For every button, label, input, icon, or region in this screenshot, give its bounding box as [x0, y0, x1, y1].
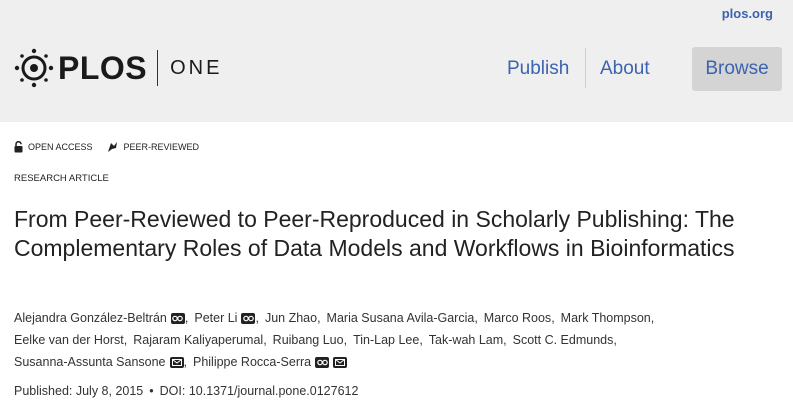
author-list: Alejandra González-Beltrán, Peter Li, Jun …: [14, 307, 784, 373]
author-separator: ,: [263, 333, 267, 347]
orcid-icon[interactable]: [315, 356, 330, 368]
author[interactable]: Jun Zhao: [265, 307, 317, 329]
author[interactable]: Peter Li: [194, 307, 256, 329]
author-name[interactable]: Ruibang Luo: [273, 329, 344, 351]
logo-plos-text: PLOS: [58, 50, 148, 86]
open-lock-icon: [14, 141, 23, 153]
author[interactable]: Eelke van der Horst: [14, 329, 124, 351]
author-name[interactable]: Philippe Rocca-Serra: [193, 351, 311, 373]
author[interactable]: Scott C. Edmunds: [513, 329, 614, 351]
author-line-1: Alejandra González-Beltrán, Peter Li, Jun …: [14, 307, 784, 329]
plos-org-link[interactable]: plos.org: [722, 6, 773, 21]
author-name[interactable]: Rajaram Kaliyaperumal: [133, 329, 263, 351]
author-separator: ,: [123, 333, 128, 347]
author[interactable]: Philippe Rocca-Serra: [193, 351, 348, 373]
author-separator: ,: [503, 333, 507, 347]
peer-reviewed-badge[interactable]: PEER-REVIEWED: [107, 141, 200, 153]
publication-info: Published: July 8, 2015 • DOI: 10.1371/jou…: [14, 384, 358, 398]
author-line-3: Susanna-Assunta Sansone, Philippe Rocca-S…: [14, 351, 784, 373]
author[interactable]: Tak-wah Lam: [429, 329, 503, 351]
author-name[interactable]: Peter Li: [194, 307, 237, 329]
orcid-icon[interactable]: [170, 312, 185, 324]
author[interactable]: Mark Thompson: [561, 307, 651, 329]
doi[interactable]: DOI: 10.1371/journal.pone.0127612: [160, 384, 359, 398]
nav-publish[interactable]: Publish: [507, 47, 569, 91]
author-name[interactable]: Susanna-Assunta Sansone: [14, 351, 166, 373]
author-separator: ,: [317, 311, 321, 325]
author-separator: ,: [551, 311, 555, 325]
author[interactable]: Alejandra González-Beltrán: [14, 307, 185, 329]
author-name[interactable]: Mark Thompson: [561, 307, 651, 329]
author-line-2: Eelke van der Horst, Rajaram Kaliyaperuma…: [14, 329, 784, 351]
author[interactable]: Tin-Lap Lee: [353, 329, 419, 351]
author-separator: ,: [474, 311, 478, 325]
author-separator: ,: [255, 311, 259, 325]
author-name[interactable]: Maria Susana Avila-Garcia: [327, 307, 475, 329]
author-separator: ,: [184, 311, 189, 325]
peer-reviewed-icon: [107, 142, 117, 152]
author-name[interactable]: Tin-Lap Lee: [353, 329, 419, 351]
author[interactable]: Ruibang Luo: [273, 329, 344, 351]
mail-icon[interactable]: [333, 356, 348, 368]
nav-divider: [585, 48, 586, 88]
nav-browse[interactable]: Browse: [692, 47, 782, 91]
open-access-label: OPEN ACCESS: [28, 142, 93, 152]
article-title: From Peer-Reviewed to Peer-Reproduced in…: [14, 206, 735, 261]
author-name[interactable]: Jun Zhao: [265, 307, 317, 329]
author-separator: ,: [613, 333, 617, 347]
open-access-badge[interactable]: OPEN ACCESS: [14, 141, 93, 153]
plos-one-logo[interactable]: PLOS ONE: [14, 47, 222, 89]
peer-reviewed-label: PEER-REVIEWED: [123, 142, 200, 152]
author-name[interactable]: Scott C. Edmunds: [513, 329, 614, 351]
author[interactable]: Maria Susana Avila-Garcia: [327, 307, 475, 329]
logo-divider: [157, 50, 159, 86]
author-separator: ,: [343, 333, 348, 347]
author[interactable]: Rajaram Kaliyaperumal: [133, 329, 263, 351]
plos-logo-icon: [14, 48, 54, 88]
article-type: RESEARCH ARTICLE: [14, 173, 109, 184]
logo-journal-text: ONE: [170, 57, 223, 79]
article-badges: OPEN ACCESS PEER-REVIEWED: [14, 140, 199, 154]
author[interactable]: Marco Roos: [484, 307, 551, 329]
author-separator: ,: [183, 355, 187, 369]
mail-icon[interactable]: [169, 356, 184, 368]
author-name[interactable]: Eelke van der Horst: [14, 329, 124, 351]
author-name[interactable]: Marco Roos: [484, 307, 551, 329]
author-name[interactable]: Tak-wah Lam: [429, 329, 503, 351]
author-separator: ,: [650, 311, 655, 325]
author-separator: ,: [419, 333, 423, 347]
orcid-icon[interactable]: [241, 312, 256, 324]
author-name[interactable]: Alejandra González-Beltrán: [14, 307, 167, 329]
site-header: plos.org PLOS ONE Publish About Browse: [0, 0, 793, 122]
bullet-separator: •: [149, 384, 154, 398]
author[interactable]: Susanna-Assunta Sansone: [14, 351, 184, 373]
published-date: Published: July 8, 2015: [14, 384, 144, 398]
nav-about[interactable]: About: [600, 47, 650, 91]
